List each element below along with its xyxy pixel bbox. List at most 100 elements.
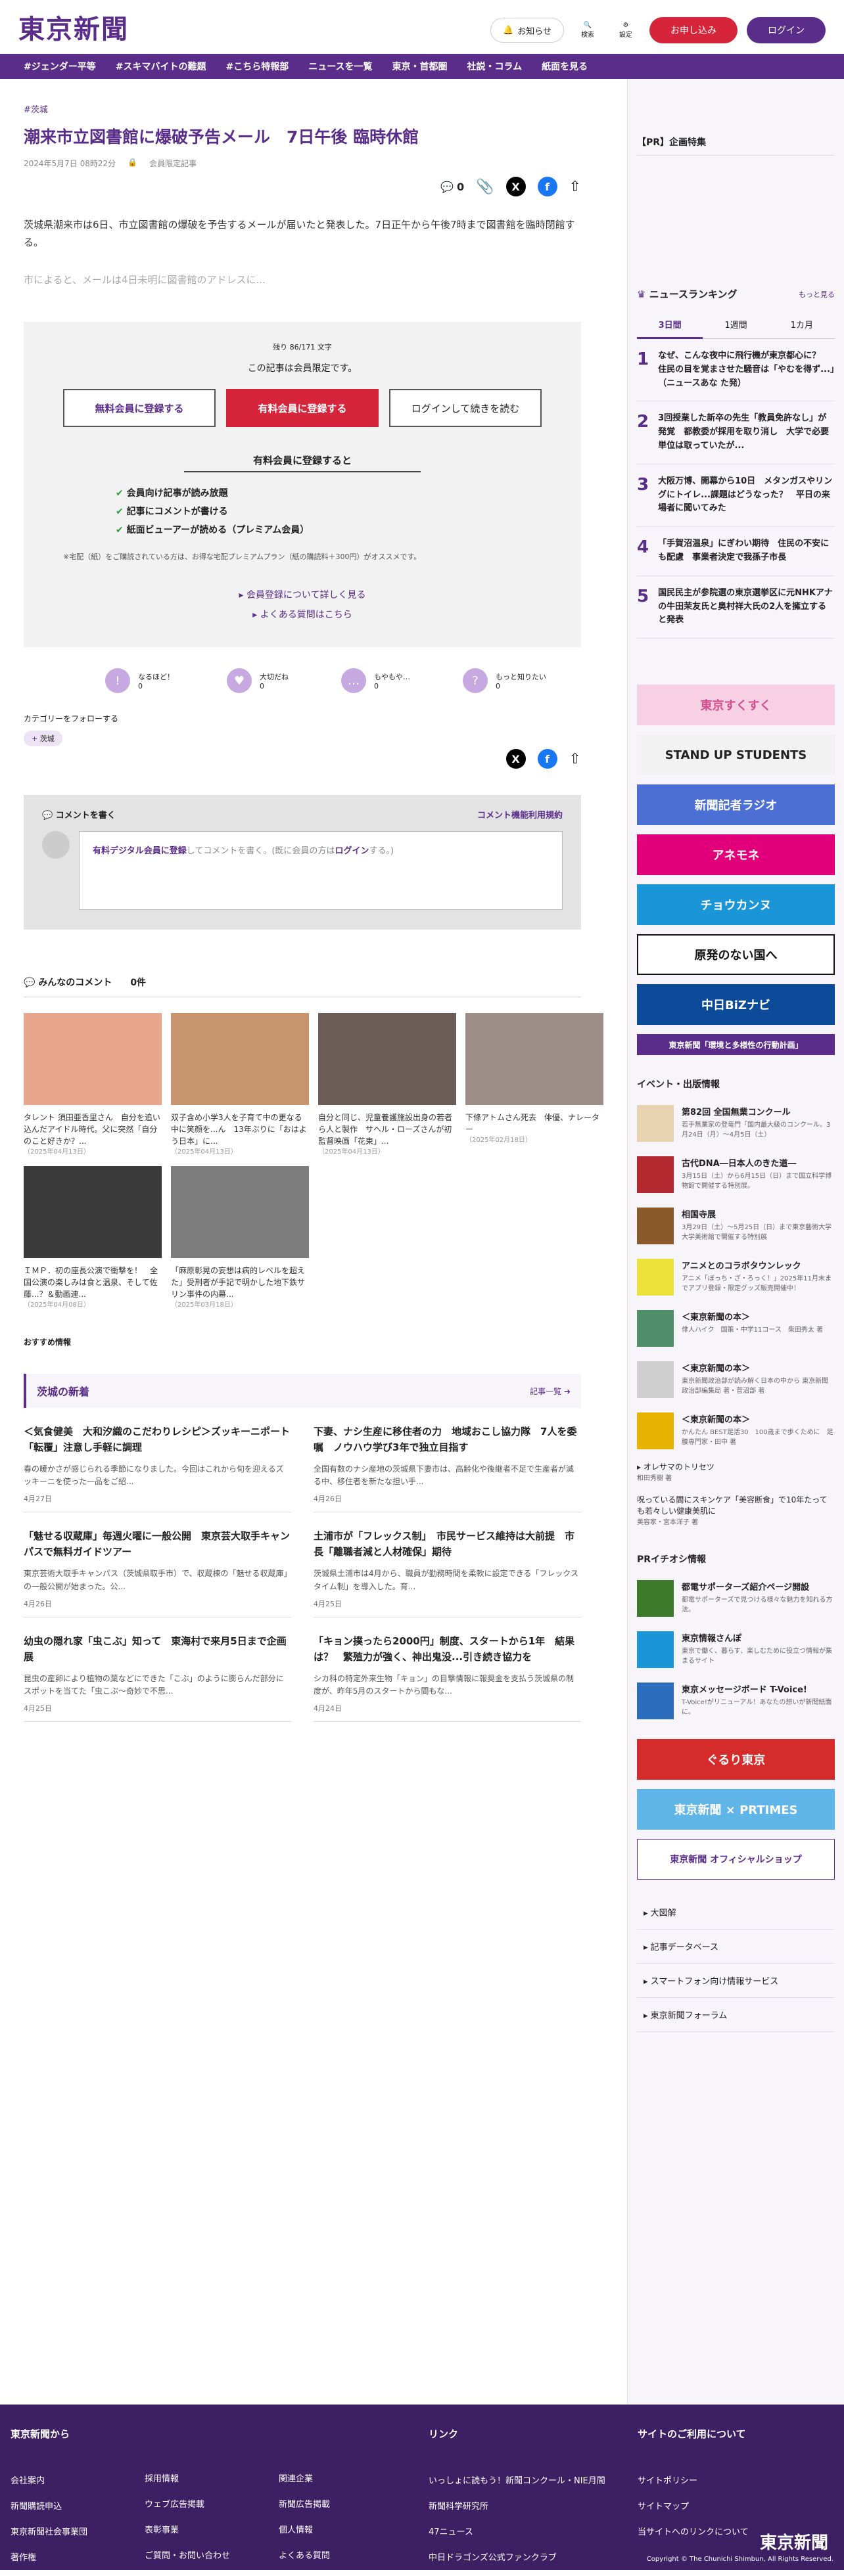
footer-link[interactable]: 関連企業 — [279, 2472, 330, 2484]
footer-link[interactable]: 表彰事業 — [145, 2523, 230, 2535]
footer-link[interactable]: いっしょに読もう！新聞コンクール・NIE月間 — [429, 2474, 605, 2486]
banner-genpatsu[interactable]: 原発のない国へ — [637, 934, 835, 976]
pr-item[interactable]: 東京情報さんぽ 東京で働く、暮らす、楽しむために役立つ情報が集まるサイト — [637, 1631, 835, 1669]
site-logo[interactable]: 東京新聞 — [18, 8, 129, 46]
thumb-item[interactable]: 「麻原彰晃の妄想は病的レベルを超えた」受刑者が手記で明かした地下鉄サリン事件の内… — [171, 1166, 309, 1310]
banner-gururi[interactable]: ぐるり東京 — [637, 1739, 835, 1780]
pr-item[interactable]: 東京メッセージボード T-Voice! T-Voice!がリニューアル！あなたの想… — [637, 1683, 835, 1720]
nav-item[interactable]: #ジェンダー平等 — [24, 60, 96, 73]
event-item[interactable]: 古代DNA―日本人のきた道― 3月15日（土）から6月15日（日）まで国立科学博物… — [637, 1156, 835, 1194]
banner-prtimes[interactable]: 東京新聞 × PRTIMES — [637, 1789, 835, 1830]
footer-logo[interactable]: 東京新聞 — [760, 2529, 828, 2554]
footer-link[interactable]: 新聞広告掲載 — [279, 2497, 330, 2510]
banner-bizNavi[interactable]: 中日BiZナビ — [637, 984, 835, 1026]
news-item[interactable]: 「キョン撲ったら2000円」制度、スタートから1年 結果は？ 繁殖力が強く、神出… — [314, 1617, 581, 1723]
tab-1week[interactable]: 1週間 — [703, 311, 769, 339]
register-link[interactable]: 有料デジタル会員に登録 — [93, 846, 187, 856]
login-button[interactable]: ログイン — [747, 17, 826, 43]
event-item[interactable]: 第82回 全国無業コンクール 若手無業家の登竜門「国内最大級のコンクール。3月24… — [637, 1105, 835, 1142]
banner-radio[interactable]: 新聞記者ラジオ — [637, 784, 835, 826]
footer-link[interactable]: 47ニュース — [429, 2525, 605, 2537]
news-item[interactable]: 土浦市が「フレックス制」 市民サービス維持は大前提 市長「離職者減と人材確保」期… — [314, 1512, 581, 1617]
footer-link[interactable]: 著作権 — [11, 2550, 87, 2563]
faq-link[interactable]: ▸ よくある質問はこちら — [63, 608, 542, 621]
share-icon[interactable]: ⇧ — [569, 179, 581, 195]
news-item[interactable]: ＜気食健美 大和汐織のこだわりレシピ＞ズッキーニポート「転覆」注意し手軽に調理春… — [24, 1408, 291, 1513]
footer-link[interactable]: ご質問・お問い合わせ — [145, 2548, 230, 2561]
footer-link[interactable]: 中日ドラゴンズ公式ファンクラブ — [429, 2550, 605, 2563]
clip-icon[interactable]: 📎 — [476, 179, 494, 195]
pr-item[interactable]: 都電サポーターズ紹介ページ開設 都電サポーターズで見つける様々な魅力を知れる方法。 — [637, 1580, 835, 1617]
sidebar-link[interactable]: ▸ 記事データベース — [637, 1930, 835, 1964]
thumb-item[interactable]: タレント 須田亜香里さん 自分を追い込んだアイドル時代。父に突然「自分のこと好き… — [24, 1013, 162, 1157]
more-news-link[interactable]: 記事一覧 ➜ — [530, 1386, 571, 1397]
search-button[interactable]: 🔍 検索 — [573, 22, 602, 39]
footer-link[interactable]: 新聞科学研究所 — [429, 2499, 605, 2512]
nav-item[interactable]: 紙面を見る — [542, 60, 588, 73]
banner-standup[interactable]: STAND UP STUDENTS — [637, 734, 835, 776]
share-icon[interactable]: ⇧ — [569, 751, 581, 767]
tab-1month[interactable]: 1カ月 — [768, 311, 835, 339]
settings-button[interactable]: ⚙ 設定 — [611, 22, 640, 39]
rank-item[interactable]: 4 「手賀沼温泉」にぎわい期待 住民の不安にも配慮 事業者決定で我孫子市長 — [637, 527, 835, 576]
footer-link[interactable]: サイトポリシー — [638, 2474, 749, 2486]
banner-anemone[interactable]: アネモネ — [637, 834, 835, 876]
apply-button[interactable]: お申し込み — [649, 17, 738, 43]
thumb-item[interactable]: 双子含め小学3人を子育て中の更なる中に笑顔を...ん 13年ぶりに「おはよう日本… — [171, 1013, 309, 1157]
event-item[interactable]: アニメとのコラボタウンレック アニメ「ぼっち・ざ・ろっく！」2025年11月末まで… — [637, 1259, 835, 1296]
event-item[interactable]: ＜東京新聞の本＞ 東京新聞政治部が読み解く日本の中から 東京新聞政治部編集局 著・… — [637, 1361, 835, 1399]
event-item[interactable]: ＜東京新聞の本＞ かんたん BEST足活30 100歳まで歩くために 足腰専門家・… — [637, 1412, 835, 1450]
ranking-more-link[interactable]: もっと見る — [799, 289, 835, 300]
facebook-share-icon[interactable]: f — [537, 177, 557, 196]
article-tag[interactable]: #茨城 — [24, 102, 48, 115]
footer-link[interactable]: 東京新聞社会事業団 — [11, 2525, 87, 2537]
facebook-share-icon[interactable]: f — [537, 749, 557, 769]
nav-item[interactable]: ニュースを一覧 — [308, 60, 372, 73]
news-item[interactable]: 幼虫の隠れ家「虫こぶ」知って 東海村で来月5日まで企画展 昆虫の産卵により植物の葉… — [24, 1617, 291, 1723]
comment-count-icon[interactable]: 💬 0 — [440, 181, 464, 193]
footer-link[interactable]: ウェブ広告掲載 — [145, 2497, 230, 2510]
banner-shop[interactable]: 東京新聞 オフィシャルショップ — [637, 1839, 835, 1880]
footer-link[interactable]: サイトマップ — [638, 2499, 749, 2512]
footer-link[interactable]: 会社案内 — [11, 2474, 87, 2486]
nav-item[interactable]: #スキマバイトの難題 — [116, 60, 206, 73]
thumb-item[interactable]: 自分と同じ、児童養護施設出身の若者ら人と製作 サヘル・ローズさんが初監督映画「花… — [318, 1013, 456, 1157]
x-share-icon[interactable]: X — [505, 749, 526, 769]
sidebar-link[interactable]: ▸ 大図解 — [637, 1895, 835, 1930]
tab-3days[interactable]: 3日間 — [637, 311, 703, 339]
rank-item[interactable]: 5 国民民主が参院選の東京選挙区に元NHKアナの牛田茉友氏と奥村祥大氏の2人を擁立… — [637, 576, 835, 639]
sidebar-link[interactable]: ▸ スマートフォン向け情報サービス — [637, 1964, 835, 1999]
rank-item[interactable]: 2 3回授業した新卒の先生「教員免許なし」が発覚 都教委が採用を取り消し 大学で必… — [637, 401, 835, 464]
notice-button[interactable]: 🔔 お知らせ — [490, 18, 564, 43]
x-share-icon[interactable]: X — [505, 177, 526, 196]
footer-link[interactable]: 新聞購読申込 — [11, 2499, 87, 2512]
nav-item[interactable]: 東京・首都圏 — [392, 60, 448, 73]
thumb-item[interactable]: ＩＭＰ．初の座長公演で衝撃を！ 全国公演の楽しみは食と温泉、そして佐藤...？＆… — [24, 1166, 162, 1310]
banner-sukusuku[interactable]: 東京すくすく — [637, 685, 835, 726]
thumb-item[interactable]: 下條アトムさん死去 俳優、ナレーター （2025年02月18日） — [465, 1013, 603, 1157]
sidebar-link[interactable]: ▸ 東京新聞フォーラム — [637, 1998, 835, 2033]
paid-register-button[interactable]: 有料会員に登録する — [226, 389, 379, 427]
login-continue-button[interactable]: ログインして続きを読む — [389, 389, 542, 427]
book-link[interactable]: ▸ オレサマのトリセツ 和田秀樹 著 — [637, 1461, 835, 1482]
reaction-motto[interactable]: ? もっと知りたい 0 — [463, 668, 546, 693]
event-item[interactable]: ＜東京新聞の本＞ 俳人ハイク 国策・中学11コース 柴田秀太 著 — [637, 1310, 835, 1347]
nav-item[interactable]: 社説・コラム — [467, 60, 523, 73]
footer-link[interactable]: 個人情報 — [279, 2523, 330, 2535]
news-item[interactable]: 「魅せる収蔵庫」毎週火曜に一般公開 東京芸大取手キャンパスで無料ガイドツアー 東京… — [24, 1512, 291, 1617]
rank-item[interactable]: 3 大阪万博、開幕から10日 メタンガスやリングにトイレ...課題はどうなった？ … — [637, 464, 835, 528]
reaction-moyamoya[interactable]: … もやもや… 0 — [341, 668, 410, 693]
nav-item[interactable]: #こちら特報部 — [225, 60, 289, 73]
comment-rules-link[interactable]: コメント機能利用規約 — [477, 808, 563, 821]
login-link[interactable]: ログイン — [335, 846, 369, 856]
banner-environment[interactable]: 東京新聞「環境と多様性の行動計画」 — [637, 1034, 835, 1056]
footer-link[interactable]: 採用情報 — [145, 2472, 230, 2484]
news-item[interactable]: 下妻、ナシ生産に移住者の力 地域おこし協力隊 7人を委嘱 ノウハウ学び3年で独立… — [314, 1408, 581, 1513]
reaction-naruhodo[interactable]: ! なるほど！ 0 — [105, 668, 174, 693]
follow-tag-button[interactable]: + 茨城 — [24, 731, 62, 746]
event-item[interactable]: 相国寺展 3月29日（土）～5月25日（日）まで東京藝術大学大学美術館で開催する特… — [637, 1208, 835, 1245]
membership-info-link[interactable]: ▸ 会員登録について詳しく見る — [63, 588, 542, 601]
free-register-button[interactable]: 無料会員に登録する — [63, 389, 216, 427]
comment-input[interactable]: 有料デジタル会員に登録してコメントを書く。(既に会員の方はログインする。) — [79, 831, 563, 910]
book-link[interactable]: 呪っている間にスキンケア「美容断食」で10年たっても若々しい健康美肌に 美容家・宮… — [637, 1494, 835, 1526]
